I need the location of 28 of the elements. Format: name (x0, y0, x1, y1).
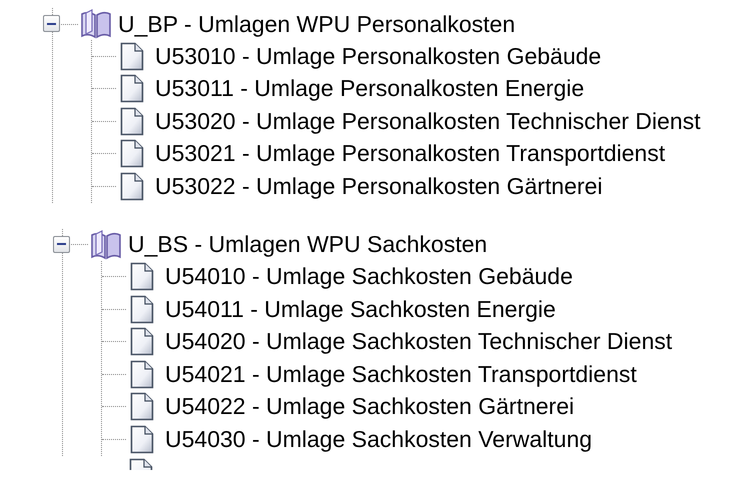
book-icon (80, 9, 112, 39)
document-icon (120, 74, 144, 104)
document-icon (130, 424, 154, 454)
collapse-icon[interactable] (43, 15, 60, 32)
tree-item[interactable]: U_BS - Umlagen WPU Sachkosten (126, 231, 490, 258)
tree-item[interactable]: U53011 - Umlage Personalkosten Energie (153, 75, 586, 102)
document-icon (120, 172, 144, 201)
tree-item[interactable]: U54021 - Umlage Sachkosten Transportdienst (163, 360, 639, 388)
collapse-icon[interactable] (53, 236, 70, 252)
document-icon (130, 392, 154, 422)
document-icon (130, 360, 154, 389)
tree-item[interactable]: U54010 - Umlage Sachkosten Gebäude (163, 263, 575, 290)
tree-item[interactable]: U53020 - Umlage Personalkosten Technischer Dienst (153, 108, 702, 135)
document-icon (120, 106, 144, 136)
document-icon (130, 294, 154, 324)
book-icon (90, 230, 122, 260)
tree-item[interactable]: U53010 - Umlage Personalkosten Gebäude (153, 42, 604, 70)
tree-item[interactable]: U54011 - Umlage Sachkosten Energie (163, 296, 558, 323)
tree-item[interactable]: U54020 - Umlage Sachkosten Technischer Dienst (163, 328, 674, 356)
document-icon (120, 139, 144, 168)
document-icon (130, 327, 154, 356)
document-icon (120, 42, 144, 71)
tree-item[interactable]: U54030 - Umlage Sachkosten Verwaltung (163, 426, 594, 453)
document-icon (130, 262, 154, 292)
tree-item[interactable]: U54022 - Umlage Sachkosten Gärtnerei (163, 393, 576, 420)
tree-item[interactable]: U53022 - Umlage Personalkosten Gärtnerei (153, 172, 604, 200)
tree-item[interactable]: U53021 - Umlage Personalkosten Transportdienst (153, 140, 668, 168)
tree-item[interactable]: U_BP - Umlagen WPU Personalkosten (116, 10, 518, 38)
